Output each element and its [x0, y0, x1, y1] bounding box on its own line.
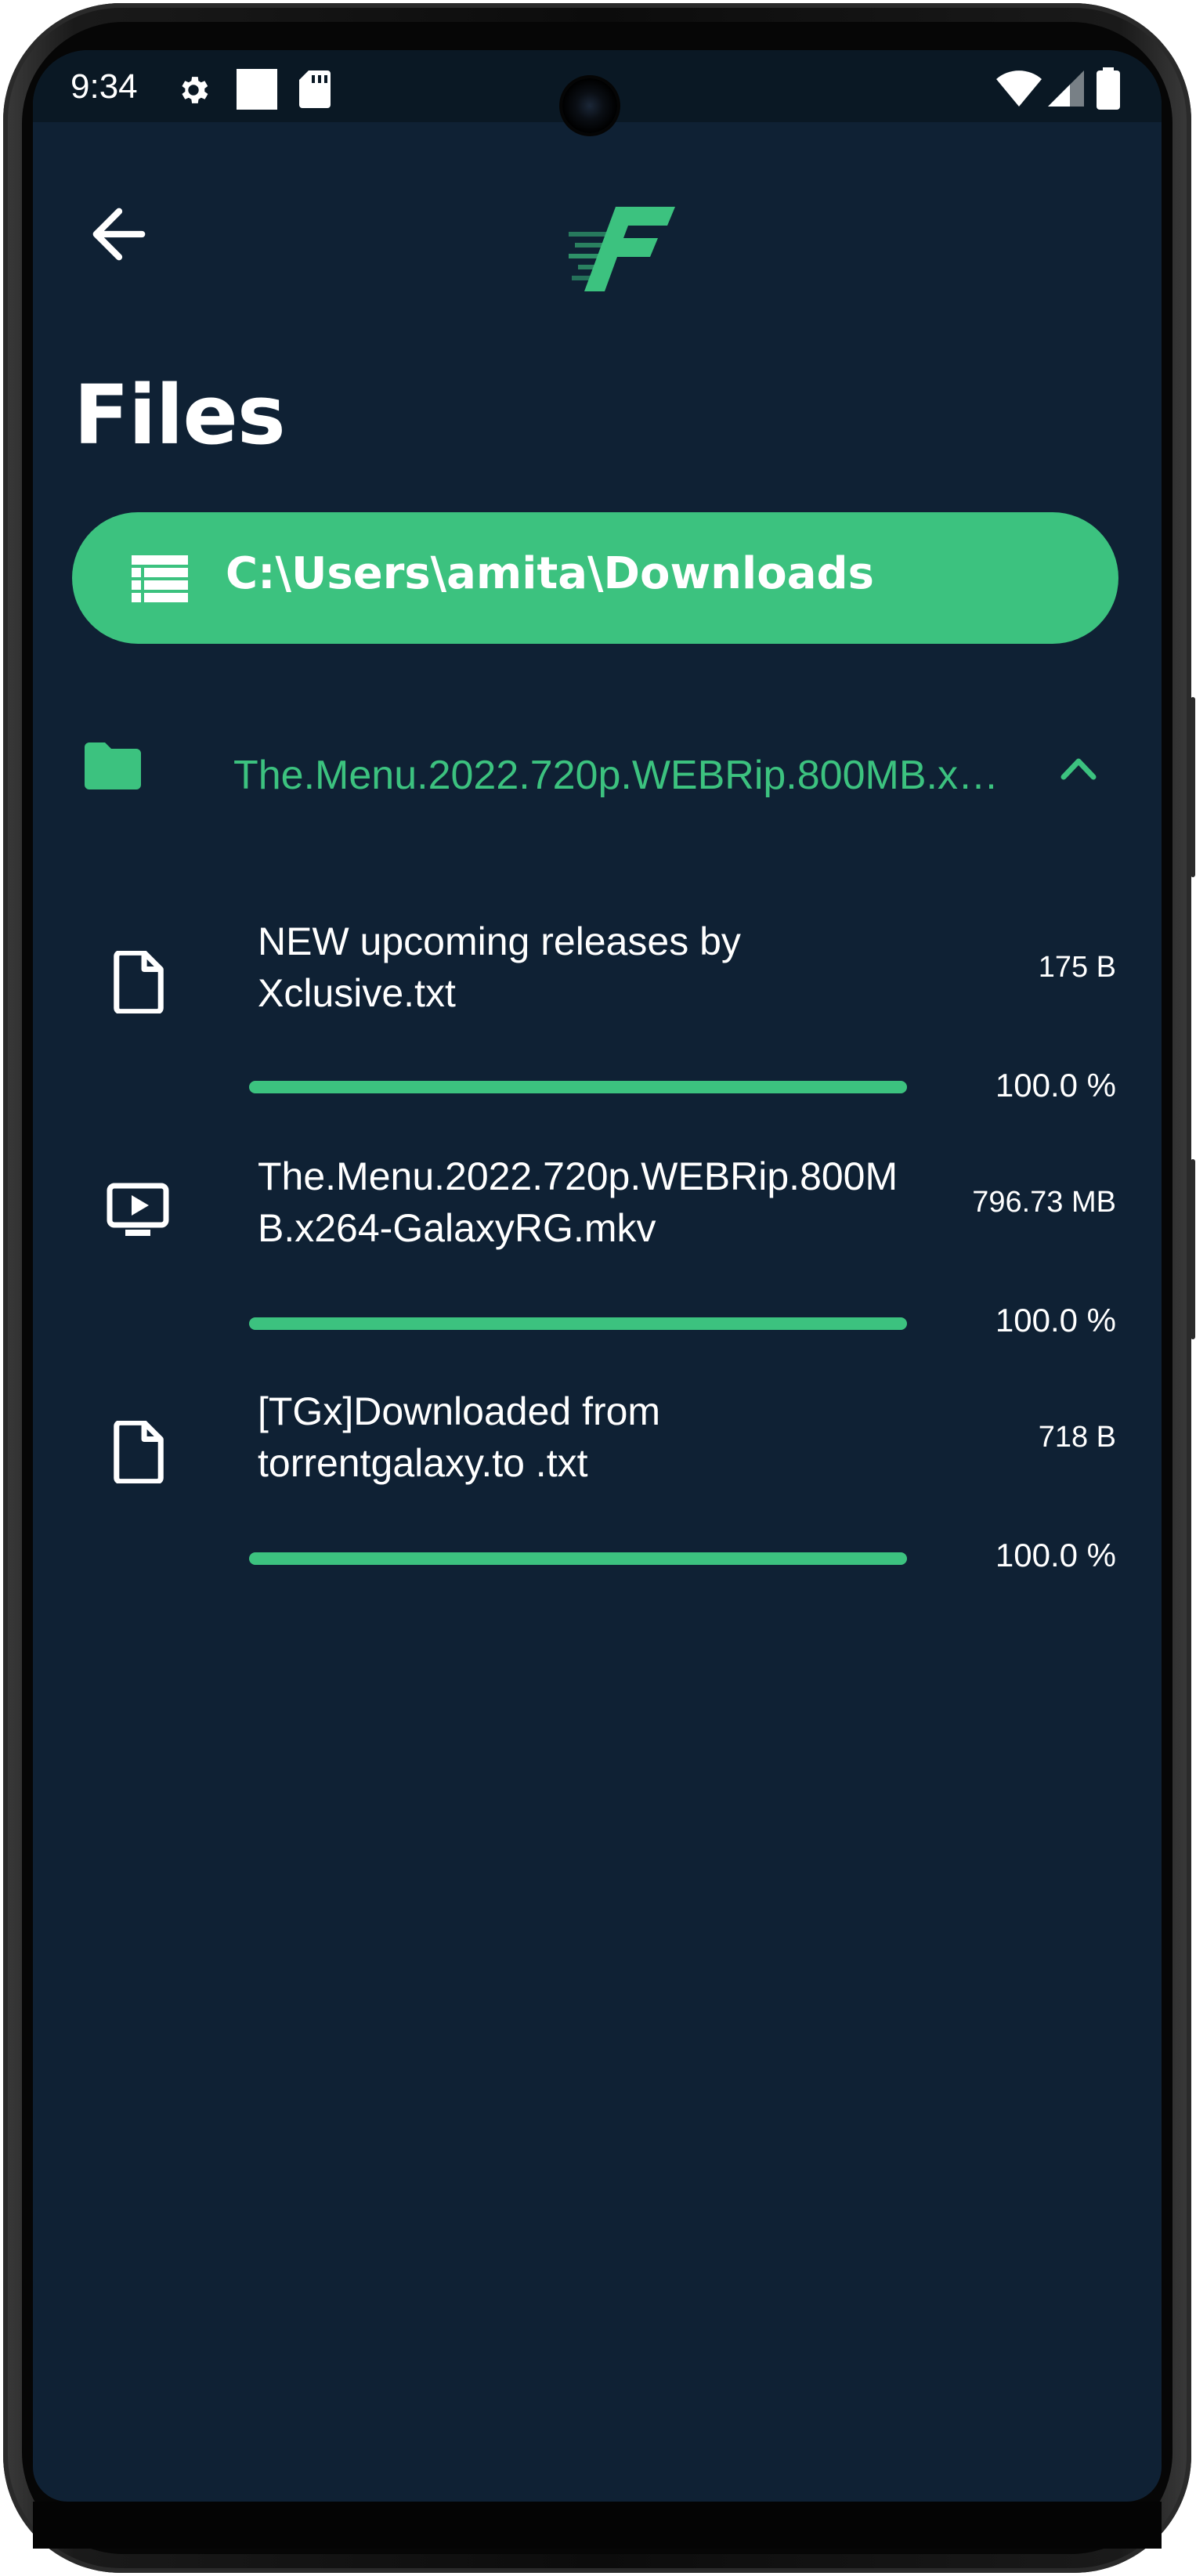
file-row[interactable]: The.Menu.2022.720p.WEBRip.800MB.x264-Gal… [33, 1147, 1162, 1382]
wifi-icon [996, 70, 1042, 107]
video-file-icon [107, 1183, 169, 1236]
file-icon [114, 1421, 164, 1483]
file-icon [114, 951, 164, 1013]
file-name: The.Menu.2022.720p.WEBRip.800MB.x264-Gal… [258, 1154, 898, 1250]
download-progress-bar [249, 1317, 907, 1330]
download-path-label: C:\Users\amita\Downloads [226, 548, 874, 599]
file-size: 175 B [1038, 951, 1116, 984]
app-screen: 9:34 Files C:\Users\amita\Downloads The.… [33, 50, 1162, 2502]
gear-icon [182, 77, 208, 103]
sd-card-icon [299, 70, 331, 108]
download-progress-bar [249, 1552, 907, 1565]
progress-fill [249, 1552, 907, 1565]
back-arrow-icon[interactable] [80, 195, 158, 273]
status-time: 9:34 [70, 67, 138, 106]
folder-icon [85, 742, 141, 789]
progress-fill [249, 1081, 907, 1093]
phone-bottom-bezel [33, 2502, 1162, 2549]
file-name: [TGx]Downloaded from torrentgalaxy.to .t… [258, 1389, 661, 1485]
folder-row[interactable]: The.Menu.2022.720p.WEBRip.800MB.x264-Gal… [33, 724, 1162, 818]
progress-percent: 100.0 % [995, 1537, 1116, 1573]
file-row[interactable]: [TGx]Downloaded from torrentgalaxy.to .t… [33, 1382, 1162, 1617]
battery-icon [1097, 67, 1120, 110]
page-title: Files [74, 367, 286, 463]
front-camera [562, 78, 617, 133]
signal-icon [1048, 70, 1084, 107]
download-path-button[interactable]: C:\Users\amita\Downloads [72, 512, 1118, 644]
volume-button [1191, 1159, 1195, 1339]
file-row[interactable]: NEW upcoming releases by Xclusive.txt 17… [33, 912, 1162, 1147]
file-size: 796.73 MB [972, 1186, 1116, 1219]
square-icon [237, 69, 277, 110]
folder-name: The.Menu.2022.720p.WEBRip.800MB.x264-Gal… [233, 753, 1009, 798]
file-name: NEW upcoming releases by Xclusive.txt [258, 919, 741, 1015]
progress-percent: 100.0 % [995, 1067, 1116, 1104]
list-storage-icon [132, 555, 188, 602]
progress-percent: 100.0 % [995, 1302, 1116, 1339]
progress-fill [249, 1317, 907, 1330]
power-button [1191, 697, 1195, 877]
chevron-up-icon[interactable] [1059, 753, 1098, 782]
download-progress-bar [249, 1081, 907, 1093]
app-logo-icon [569, 207, 675, 291]
file-size: 718 B [1038, 1421, 1116, 1454]
